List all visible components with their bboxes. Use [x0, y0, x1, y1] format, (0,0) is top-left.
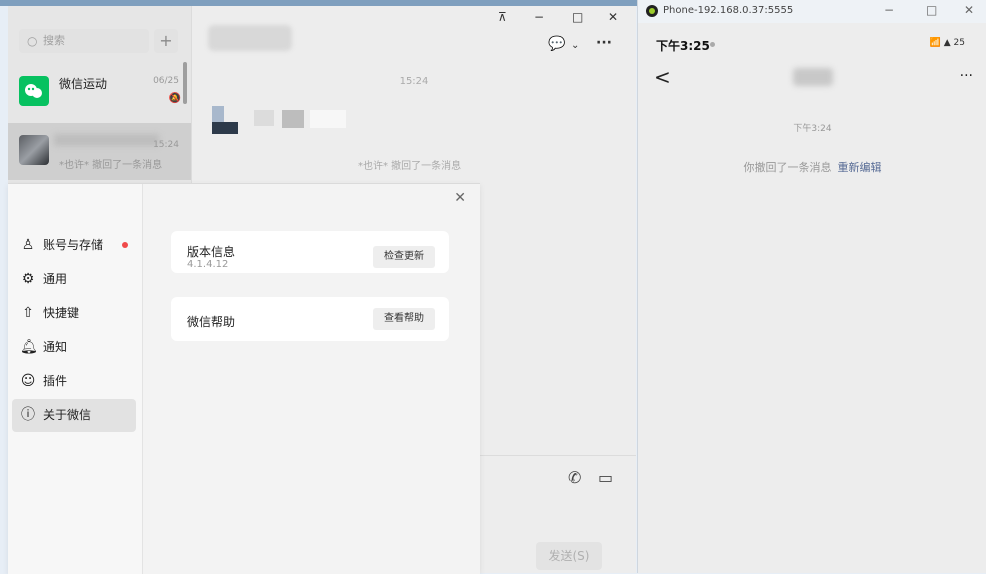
- android-logo-icon: [646, 5, 658, 17]
- phone-window-title: Phone-192.168.0.37:5555: [663, 5, 794, 16]
- account-icon: ♙: [21, 237, 35, 253]
- sidebar-item-label: 关于微信: [43, 408, 92, 422]
- version-number: 4.1.4.12: [187, 259, 229, 270]
- reedit-link[interactable]: 重新编辑: [838, 161, 882, 174]
- shortcut-icon: ⇧: [22, 305, 34, 321]
- search-icon: ○: [27, 34, 38, 48]
- recall-text: 你撤回了一条消息: [743, 161, 832, 174]
- pin-icon[interactable]: ⊼: [498, 10, 507, 24]
- chat-item-wechat-sport[interactable]: 微信运动 06/25 🔕: [8, 64, 191, 121]
- wechat-sport-avatar: [19, 76, 49, 106]
- sidebar-item-label: 账号与存储: [43, 238, 104, 252]
- add-button[interactable]: +: [154, 29, 178, 53]
- settings-sidebar: ♙ 账号与存储 ⚙ 通用 ⇧ 快捷键 🔔︎ 通知 ☺ 插件 ⓘ 关于微信: [8, 184, 143, 574]
- back-button[interactable]: <: [654, 65, 671, 89]
- sidebar-item-label: 插件: [43, 374, 68, 388]
- gear-icon: ⚙: [21, 271, 35, 287]
- sidebar-item-account[interactable]: ♙ 账号与存储: [12, 229, 136, 262]
- chat-bubble-icon[interactable]: 💬: [548, 36, 565, 52]
- blurred-contact-name: [54, 134, 159, 146]
- version-title: 版本信息: [187, 245, 236, 259]
- recall-notice: *也许* 撤回了一条消息: [358, 161, 462, 172]
- sidebar-item-plugins[interactable]: ☺ 插件: [12, 365, 136, 398]
- phone-mirror-window: Phone-192.168.0.37:5555 − □ ✕ 下午3:25 📶 ▲…: [637, 0, 986, 573]
- check-update-button[interactable]: 检查更新: [373, 246, 435, 268]
- view-help-button[interactable]: 查看帮助: [373, 308, 435, 330]
- sidebar-item-shortcuts[interactable]: ⇧ 快捷键: [12, 297, 136, 330]
- help-card: 微信帮助 查看帮助: [171, 297, 449, 341]
- more-icon[interactable]: ···: [960, 68, 973, 84]
- contact-avatar: [19, 135, 49, 165]
- chat-last-message: *也许* 撤回了一条消息: [59, 160, 163, 171]
- status-time: 下午3:25: [656, 39, 710, 53]
- video-call-icon[interactable]: ▭: [598, 468, 613, 487]
- sidebar-item-label: 快捷键: [43, 306, 80, 320]
- message-timestamp: 下午3:24: [793, 124, 832, 134]
- chat-item-selected[interactable]: 15:24 *也许* 撤回了一条消息: [8, 123, 191, 180]
- version-card: 版本信息 4.1.4.12 检查更新: [171, 231, 449, 273]
- chat-time: 06/25: [153, 76, 179, 86]
- chevron-down-icon[interactable]: ⌄: [571, 40, 579, 51]
- blurred-chat-title: [208, 25, 292, 51]
- close-button[interactable]: ✕: [608, 10, 618, 24]
- info-icon: ⓘ: [21, 407, 35, 423]
- recall-notice: 你撤回了一条消息 重新编辑: [638, 159, 986, 175]
- close-button[interactable]: ✕: [964, 3, 974, 17]
- chat-name: 微信运动: [59, 77, 108, 91]
- sidebar-item-label: 通知: [43, 340, 68, 354]
- phone-call-icon[interactable]: ✆: [568, 468, 581, 487]
- sidebar-item-general[interactable]: ⚙ 通用: [12, 263, 136, 296]
- phone-titlebar: Phone-192.168.0.37:5555 − □ ✕: [638, 0, 986, 23]
- minimize-button[interactable]: −: [884, 3, 894, 17]
- sidebar-item-about[interactable]: ⓘ 关于微信: [12, 399, 136, 432]
- blurred-contact-name: [793, 68, 833, 86]
- scrollbar[interactable]: [183, 62, 187, 104]
- sidebar-item-notifications[interactable]: 🔔︎ 通知: [12, 331, 136, 364]
- chat-time: 15:24: [153, 140, 179, 150]
- status-indicators: 📶 ▲ 25: [929, 38, 965, 48]
- more-icon[interactable]: ···: [596, 35, 612, 51]
- search-placeholder: 搜索: [43, 34, 65, 47]
- plugin-icon: ☺: [20, 373, 36, 389]
- notification-dot: [122, 242, 128, 248]
- sidebar-item-label: 通用: [43, 272, 68, 286]
- status-dot-icon: [710, 42, 715, 47]
- minimize-button[interactable]: −: [534, 10, 544, 24]
- bell-icon: 🔔︎: [20, 339, 38, 355]
- maximize-button[interactable]: □: [926, 3, 937, 17]
- search-input[interactable]: ○ 搜索: [19, 29, 149, 53]
- send-button[interactable]: 发送(S): [536, 542, 602, 570]
- mute-icon: 🔕: [168, 93, 181, 104]
- maximize-button[interactable]: □: [572, 10, 583, 24]
- message-timestamp: 15:24: [399, 76, 429, 87]
- help-title: 微信帮助: [187, 315, 236, 329]
- close-icon[interactable]: ✕: [454, 190, 466, 206]
- settings-dialog: ♙ 账号与存储 ⚙ 通用 ⇧ 快捷键 🔔︎ 通知 ☺ 插件 ⓘ 关于微信 ✕ 版…: [8, 183, 480, 574]
